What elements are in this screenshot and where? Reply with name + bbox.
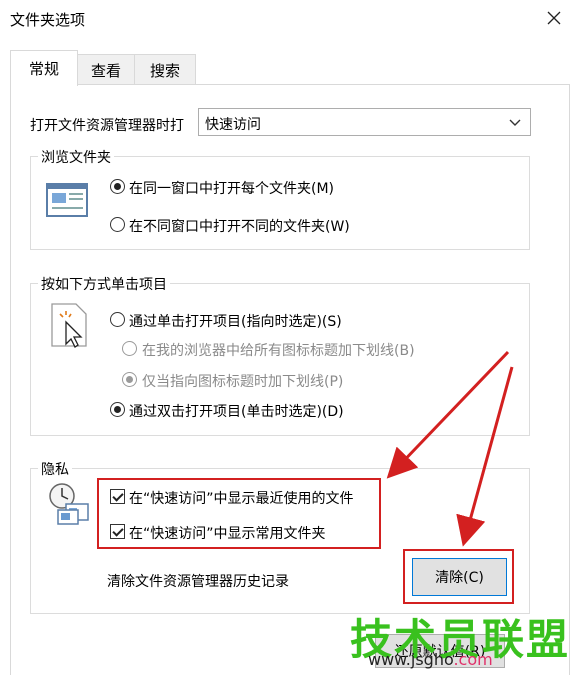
watermark-url-main: www.jsgho: [368, 650, 454, 669]
annotation-arrows: [386, 350, 514, 547]
watermark: 技术员联盟 www.jsgho.com: [350, 606, 570, 675]
watermark-url-tld: .com: [453, 650, 493, 669]
watermark-url: www.jsgho.com: [368, 650, 493, 669]
arrow-to-checkboxes: [386, 350, 510, 479]
arrow-to-clear-button: [456, 366, 514, 547]
